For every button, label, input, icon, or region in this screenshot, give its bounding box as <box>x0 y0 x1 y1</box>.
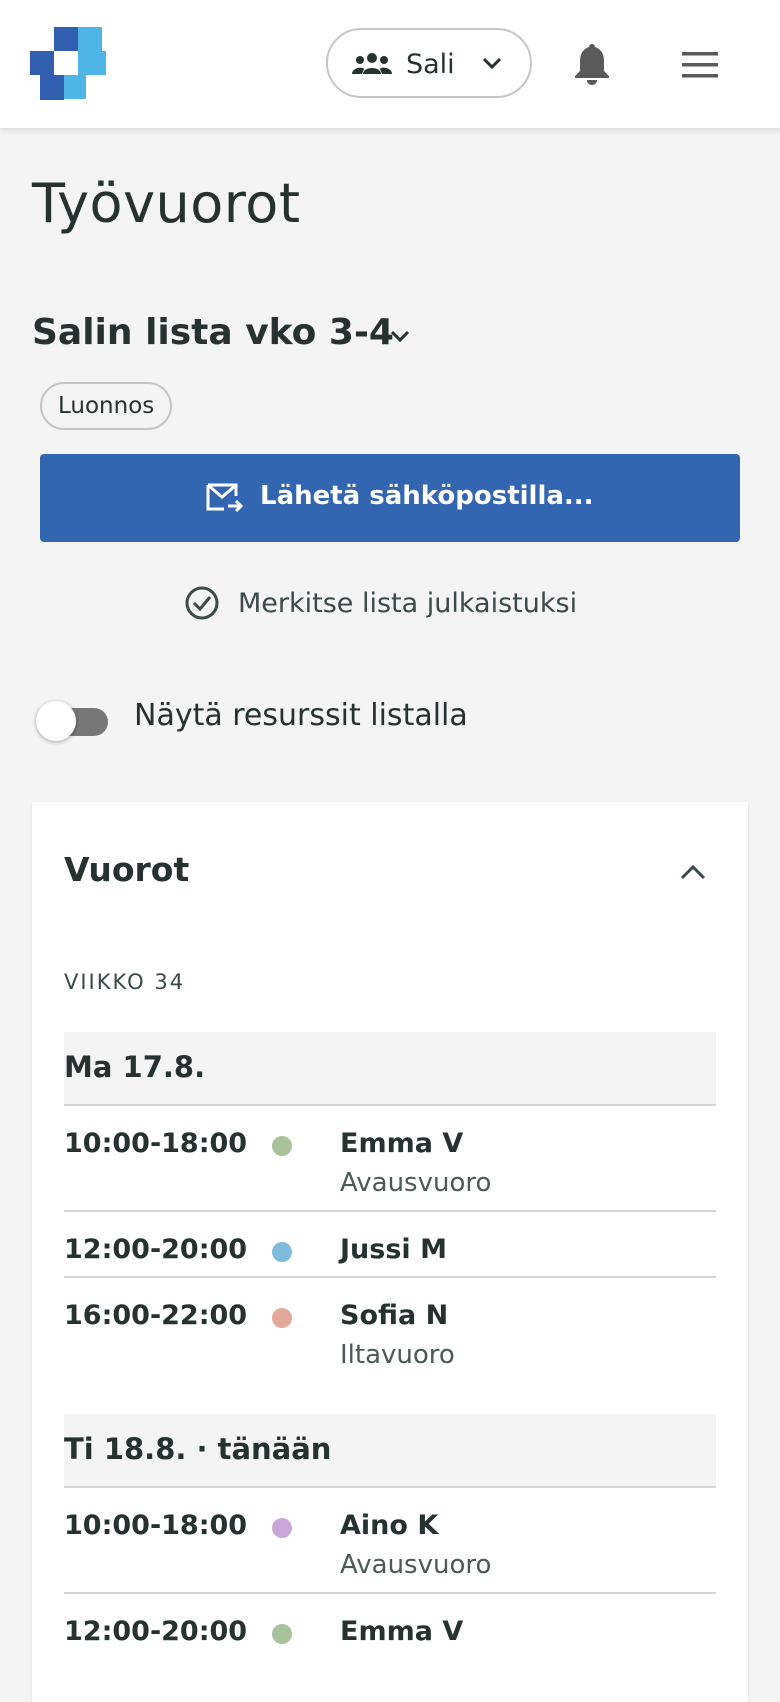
chevron-up-icon[interactable] <box>678 862 708 882</box>
shift-row[interactable]: 10:00-18:00 Emma V Avausvuoro <box>64 1106 716 1212</box>
day-label: Ti 18.8. · tänään <box>64 1432 332 1466</box>
shift-row[interactable]: 16:00-22:00 Sofia N Iltavuoro <box>64 1278 716 1388</box>
top-bar: Sali <box>0 0 780 128</box>
app-logo[interactable] <box>30 27 106 100</box>
shifts-card-title: Vuorot <box>64 850 190 889</box>
employee-name: Emma V <box>340 1616 464 1647</box>
mail-send-icon <box>206 483 244 513</box>
check-circle-icon <box>185 586 219 620</box>
page-title: Työvuorot <box>32 172 301 235</box>
hamburger-menu-icon[interactable] <box>680 50 720 80</box>
chevron-down-icon[interactable] <box>388 326 412 346</box>
status-badge: Luonnos <box>40 382 173 430</box>
employee-color-dot <box>272 1308 292 1328</box>
group-selector-label: Sali <box>406 49 455 80</box>
employee-name: Jussi M <box>340 1234 447 1265</box>
shift-row[interactable]: 12:00-20:00 Jussi M <box>64 1212 716 1278</box>
shift-type: Avausvuoro <box>340 1168 492 1198</box>
group-selector[interactable]: Sali <box>326 28 532 98</box>
employee-color-dot <box>272 1518 292 1538</box>
shift-time: 10:00-18:00 <box>64 1128 248 1159</box>
shift-row[interactable]: 10:00-18:00 Aino K Avausvuoro <box>64 1488 716 1594</box>
shift-type: Avausvuoro <box>340 1550 492 1580</box>
mark-published-label: Merkitse lista julkaistuksi <box>238 588 578 619</box>
shift-row[interactable]: 12:00-20:00 Emma V <box>64 1594 716 1664</box>
shift-time: 12:00-20:00 <box>64 1234 248 1265</box>
send-email-button-label: Lähetä sähköpostilla... <box>260 481 594 511</box>
list-title[interactable]: Salin lista vko 3-4 <box>32 312 394 353</box>
show-resources-toggle[interactable] <box>36 700 112 741</box>
day-header: Ti 18.8. · tänään <box>64 1414 716 1488</box>
day-header: Ma 17.8. <box>64 1032 716 1106</box>
employee-name: Sofia N <box>340 1300 449 1331</box>
shift-time: 10:00-18:00 <box>64 1510 248 1541</box>
shift-type: Iltavuoro <box>340 1340 455 1370</box>
shifts-card: Vuorot VIIKKO 34 Ma 17.8. 10:00-18:00 Em… <box>32 802 748 1702</box>
send-email-button[interactable]: Lähetä sähköpostilla... <box>40 454 740 542</box>
day-label: Ma 17.8. <box>64 1050 206 1084</box>
employee-color-dot <box>272 1242 292 1262</box>
employee-name: Aino K <box>340 1510 439 1541</box>
shift-time: 16:00-22:00 <box>64 1300 248 1331</box>
employee-name: Emma V <box>340 1128 464 1159</box>
bell-icon[interactable] <box>572 42 612 86</box>
shift-time: 12:00-20:00 <box>64 1616 248 1647</box>
chevron-down-icon <box>482 57 502 70</box>
week-label: VIIKKO 34 <box>64 970 186 994</box>
show-resources-label: Näytä resurssit listalla <box>134 698 468 733</box>
employee-color-dot <box>272 1624 292 1644</box>
employee-color-dot <box>272 1136 292 1156</box>
people-icon <box>352 53 392 74</box>
toggle-knob <box>36 701 76 741</box>
